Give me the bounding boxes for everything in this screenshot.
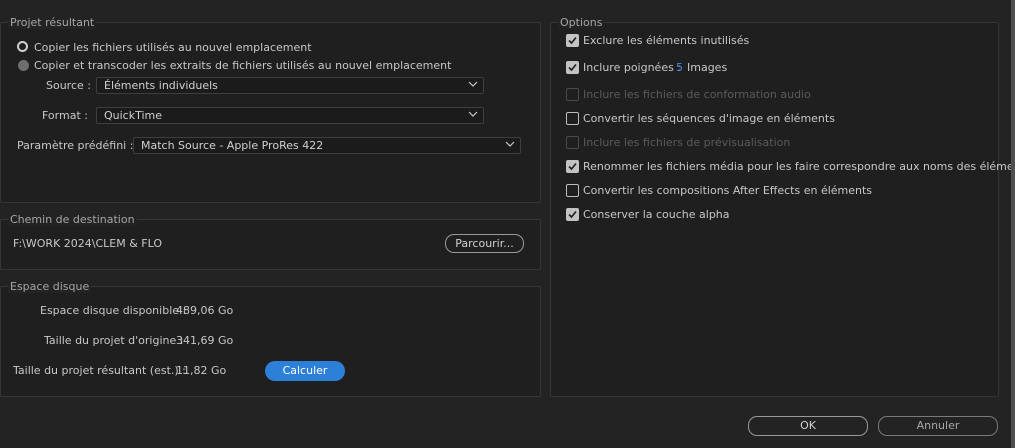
radio-transcode[interactable]: [18, 60, 29, 71]
radio-transcode-label[interactable]: Copier et transcoder les extraits de fic…: [34, 59, 451, 72]
check-icon: [568, 63, 577, 72]
keep-alpha-checkbox[interactable]: [566, 208, 579, 221]
handles-unit: Images: [687, 61, 728, 74]
original-size-value: 341,69 Go: [176, 334, 234, 347]
exclude-unused-label[interactable]: Exclure les éléments inutilisés: [583, 34, 749, 47]
browse-button-label: Parcourir...: [455, 237, 514, 250]
destination-path: F:\WORK 2024\CLEM & FLO: [13, 237, 163, 250]
check-icon: [568, 210, 577, 219]
chevron-down-icon: [468, 111, 478, 117]
convert-image-sequences-checkbox[interactable]: [566, 112, 579, 125]
options-title: Options: [558, 16, 605, 29]
available-space-label: Espace disque disponible :: [40, 304, 187, 317]
include-handles-checkbox[interactable]: [566, 61, 579, 74]
format-select[interactable]: QuickTime: [96, 107, 484, 124]
projet-resultant-title: Projet résultant: [8, 16, 97, 29]
available-space-value: 489,06 Go: [176, 304, 234, 317]
check-icon: [568, 162, 577, 171]
original-size-label: Taille du projet d'origine :: [44, 334, 184, 347]
radio-copy-files-label[interactable]: Copier les fichiers utilisés au nouvel e…: [34, 41, 312, 54]
destination-title: Chemin de destination: [8, 213, 137, 226]
include-handles-label[interactable]: Inclure poignées :: [583, 61, 681, 74]
format-label: Format :: [42, 109, 88, 122]
source-select-value: Éléments individuels: [104, 79, 218, 92]
result-size-value: 11,82 Go: [176, 364, 227, 377]
handles-value[interactable]: 5: [676, 61, 683, 74]
preset-select-value: Match Source - Apple ProRes 422: [141, 139, 324, 152]
convert-after-effects-checkbox[interactable]: [566, 184, 579, 197]
compute-button[interactable]: Calculer: [265, 361, 345, 381]
include-preview-files-label: Inclure les fichiers de prévisualisation: [583, 136, 791, 149]
chevron-down-icon: [505, 141, 515, 147]
rename-media-label[interactable]: Renommer les fichiers média pour les fai…: [583, 160, 1015, 173]
convert-after-effects-label[interactable]: Convertir les compositions After Effects…: [583, 184, 872, 197]
disk-title: Espace disque: [8, 280, 92, 293]
ok-button[interactable]: OK: [748, 416, 868, 436]
include-audio-conform-label: Inclure les fichiers de conformation aud…: [583, 88, 811, 101]
keep-alpha-label[interactable]: Conserver la couche alpha: [583, 208, 730, 221]
convert-image-sequences-label[interactable]: Convertir les séquences d'image en éléme…: [583, 112, 835, 125]
source-select[interactable]: Éléments individuels: [96, 77, 484, 94]
window-edge: [1011, 0, 1015, 448]
cancel-button-label: Annuler: [916, 419, 960, 432]
preset-select[interactable]: Match Source - Apple ProRes 422: [133, 137, 521, 154]
ok-button-label: OK: [800, 419, 816, 432]
include-preview-files-checkbox: [566, 136, 579, 149]
exclude-unused-checkbox[interactable]: [566, 34, 579, 47]
include-audio-conform-checkbox: [566, 88, 579, 101]
rename-media-checkbox[interactable]: [566, 160, 579, 173]
compute-button-label: Calculer: [282, 364, 328, 377]
format-select-value: QuickTime: [104, 109, 163, 122]
source-label: Source :: [46, 79, 91, 92]
chevron-down-icon: [468, 81, 478, 87]
check-icon: [568, 36, 577, 45]
browse-button[interactable]: Parcourir...: [445, 234, 524, 253]
radio-copy-files[interactable]: [17, 41, 28, 52]
result-size-label: Taille du projet résultant (est.) :: [13, 364, 186, 377]
cancel-button[interactable]: Annuler: [878, 416, 998, 436]
preset-label: Paramètre prédéfini :: [17, 139, 134, 152]
